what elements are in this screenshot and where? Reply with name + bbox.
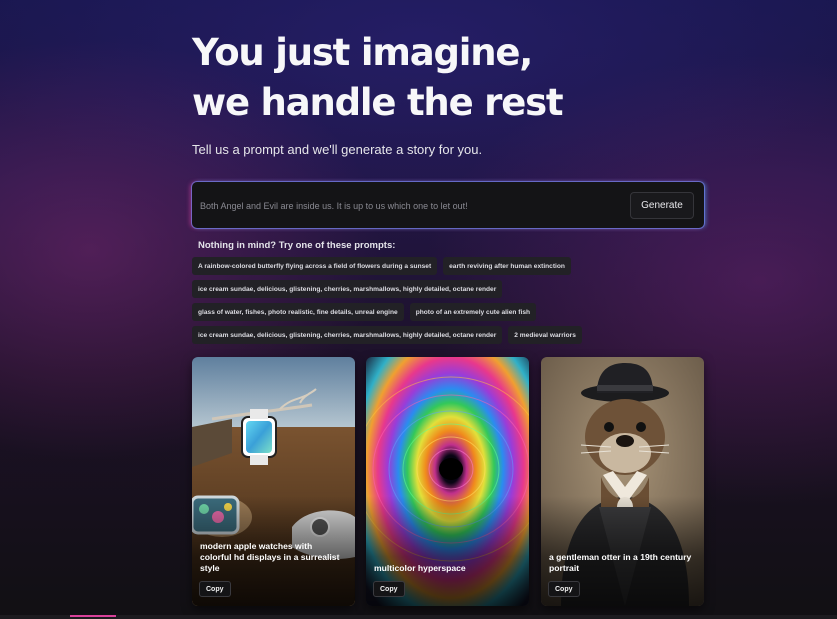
prompt-chip[interactable]: A rainbow-colored butterfly flying acros… <box>192 257 438 275</box>
hero-subtitle: Tell us a prompt and we'll generate a st… <box>192 142 483 157</box>
hero-title: You just imagine, we handle the rest <box>192 28 752 128</box>
prompt-chip[interactable]: 2 medieval warriors <box>508 326 582 344</box>
gallery-card-otter: a gentleman otter in a 19th century port… <box>541 357 704 606</box>
chip-row: A rainbow-colored butterfly flying acros… <box>192 257 612 275</box>
prompt-input[interactable] <box>192 182 622 218</box>
copy-button[interactable]: Copy <box>548 581 580 597</box>
copy-button[interactable]: Copy <box>199 581 231 597</box>
bottom-bar-accent <box>70 615 116 617</box>
prompt-chip[interactable]: ice cream sundae, delicious, glistening,… <box>192 280 503 298</box>
card-caption: modern apple watches with colorful hd di… <box>200 541 340 573</box>
hero-title-line-1: You just imagine, <box>192 31 533 74</box>
prompt-chip[interactable]: glass of water, fishes, photo realistic,… <box>192 303 404 321</box>
chip-row: ice cream sundae, delicious, glistening,… <box>192 280 612 298</box>
prompt-chip[interactable]: earth reviving after human extinction <box>443 257 571 275</box>
card-caption: a gentleman otter in a 19th century port… <box>549 552 692 573</box>
chip-row: glass of water, fishes, photo realistic,… <box>192 303 612 321</box>
gallery-card-hyperspace: multicolor hyperspace Copy <box>366 357 529 606</box>
gallery-card-watches: modern apple watches with colorful hd di… <box>192 357 355 606</box>
prompt-chip[interactable]: ice cream sundae, delicious, glistening,… <box>192 326 503 344</box>
copy-button[interactable]: Copy <box>373 581 405 597</box>
generate-button[interactable]: Generate <box>630 192 694 219</box>
bottom-bar <box>0 615 837 619</box>
card-caption: multicolor hyperspace <box>374 563 466 573</box>
hero-title-line-2: we handle the rest <box>192 81 564 124</box>
prompt-chip[interactable]: photo of an extremely cute alien fish <box>409 303 537 321</box>
prompt-box: Generate <box>192 182 704 228</box>
chip-row: ice cream sundae, delicious, glistening,… <box>192 326 612 344</box>
suggestion-chips: A rainbow-colored butterfly flying acros… <box>192 257 612 349</box>
suggestions-label: Nothing in mind? Try one of these prompt… <box>198 240 396 251</box>
